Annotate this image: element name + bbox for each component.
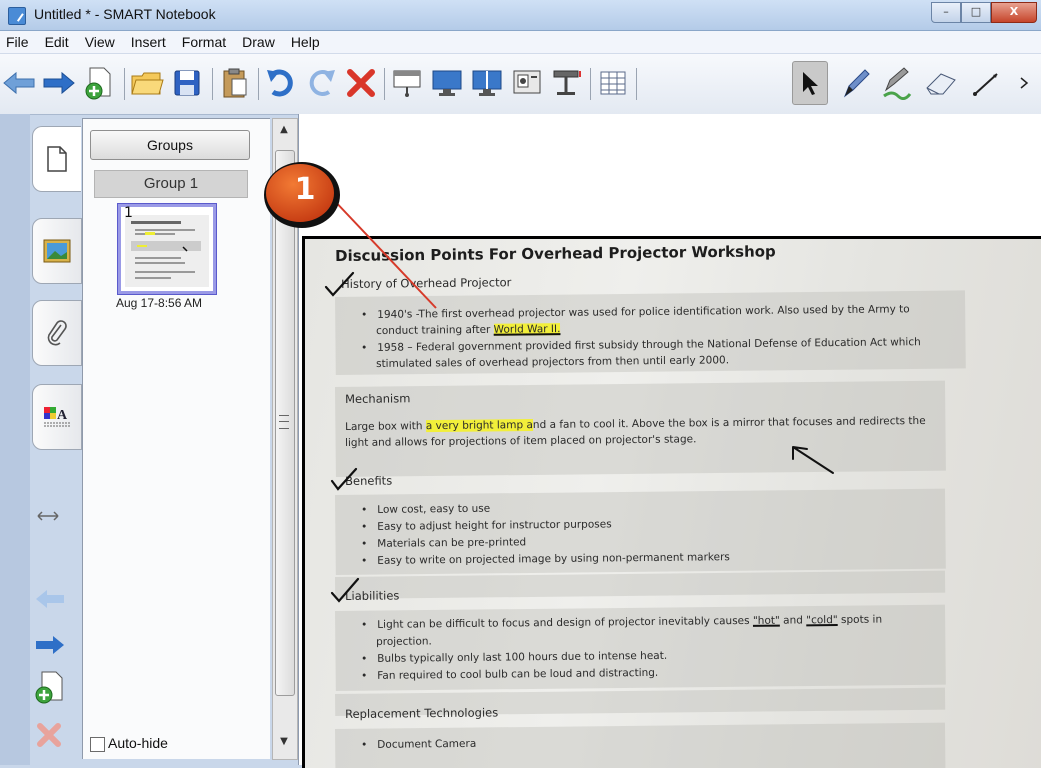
redo-icon[interactable] — [302, 64, 340, 102]
scroll-down-arrow-icon[interactable]: ▼ — [272, 736, 296, 754]
creative-pen-icon[interactable] — [878, 64, 916, 102]
replacement-item: • Document Camera — [361, 737, 477, 751]
scroll-up-arrow-icon[interactable]: ▲ — [272, 124, 296, 142]
history-bullet-1-line-2: conduct training after World War II. — [376, 323, 561, 337]
forward-arrow-icon[interactable] — [40, 64, 78, 102]
undo-icon[interactable] — [262, 64, 300, 102]
attachments-tab[interactable] — [32, 300, 82, 366]
delete-icon[interactable] — [342, 64, 380, 102]
open-folder-icon[interactable] — [128, 64, 166, 102]
autohide-label: Auto-hide — [108, 735, 168, 751]
toolbar-more-chevron-icon[interactable] — [1012, 64, 1036, 102]
table-icon[interactable] — [594, 64, 632, 102]
replacement-heading: Replacement Technologies — [345, 705, 499, 721]
autohide-checkbox[interactable] — [90, 737, 105, 752]
full-screen-icon[interactable] — [428, 64, 466, 102]
side-tabs: A — [30, 118, 82, 758]
checkmark-icon — [330, 467, 358, 491]
page-sorter-icon — [47, 146, 67, 172]
properties-tab[interactable]: A — [32, 384, 82, 450]
menu-edit[interactable]: Edit — [37, 34, 77, 50]
menu-view[interactable]: View — [77, 34, 123, 50]
toolbar-separator — [124, 68, 125, 100]
toolbar — [0, 54, 1041, 115]
back-arrow-icon[interactable] — [0, 64, 38, 102]
left-strip — [0, 114, 30, 765]
eraser-icon[interactable] — [922, 64, 960, 102]
menu-bar: File Edit View Insert Format Draw Help — [0, 31, 1041, 54]
page-sorter-tab[interactable] — [32, 126, 81, 192]
toolbar-separator — [590, 68, 591, 100]
checkmark-icon — [330, 577, 360, 603]
save-icon[interactable] — [168, 64, 206, 102]
handwritten-arrow-icon — [792, 446, 834, 474]
menu-insert[interactable]: Insert — [123, 34, 174, 50]
liabilities-heading-box — [335, 570, 946, 599]
menu-format[interactable]: Format — [174, 34, 234, 50]
close-button[interactable]: X — [991, 2, 1037, 23]
benefit-item: • Low cost, easy to use — [361, 502, 491, 516]
menu-draw[interactable]: Draw — [234, 34, 283, 50]
minimize-button[interactable]: – — [931, 2, 961, 23]
liability-item-1-line-2: projection. — [376, 635, 432, 648]
attachments-icon — [47, 320, 67, 346]
screen-shade-icon[interactable] — [388, 64, 426, 102]
toolbar-separator — [384, 68, 385, 100]
line-icon[interactable] — [968, 64, 1006, 102]
page-number: 1 — [124, 205, 133, 221]
gallery-icon — [43, 239, 71, 263]
gallery-tab[interactable] — [32, 218, 82, 284]
callout-number: 1 — [294, 172, 316, 207]
svg-text:A: A — [57, 408, 68, 423]
dual-page-icon[interactable] — [468, 64, 506, 102]
menu-file[interactable]: File — [0, 34, 37, 50]
groups-button[interactable]: Groups — [90, 130, 250, 160]
properties-icon: A — [44, 407, 70, 427]
select-arrow-icon[interactable] — [792, 61, 828, 105]
toolbar-separator — [636, 68, 637, 100]
pen-icon[interactable] — [836, 64, 874, 102]
paste-icon[interactable] — [216, 64, 254, 102]
add-page-icon[interactable] — [80, 64, 118, 102]
smart-notebook-app-icon[interactable] — [8, 7, 26, 25]
page-date-label: Aug 17-8:56 AM — [116, 296, 203, 310]
window-title: Untitled * - SMART Notebook — [34, 6, 216, 22]
maximize-button[interactable]: □ — [961, 2, 991, 23]
document-camera-icon[interactable] — [548, 64, 586, 102]
scrollbar-grip-icon — [279, 415, 289, 429]
mechanism-heading: Mechanism — [345, 391, 411, 406]
capture-icon[interactable] — [508, 64, 546, 102]
benefit-item: • Materials can be pre-printed — [361, 536, 527, 550]
toolbar-separator — [212, 68, 213, 100]
menu-help[interactable]: Help — [283, 34, 328, 50]
toolbar-separator — [258, 68, 259, 100]
group-header[interactable]: Group 1 — [94, 170, 248, 198]
window-controls: – □ X — [931, 2, 1037, 23]
